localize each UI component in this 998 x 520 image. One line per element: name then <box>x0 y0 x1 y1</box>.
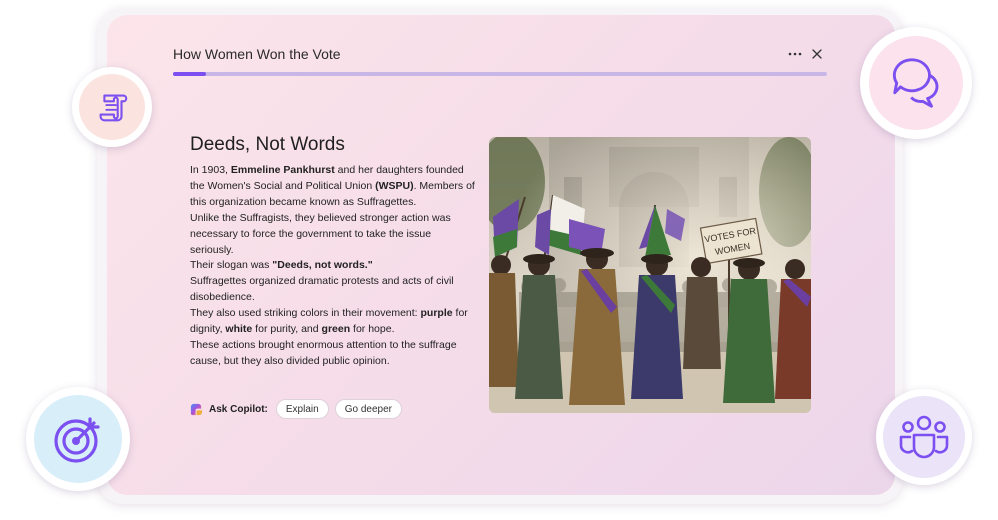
team-badge <box>876 389 972 485</box>
body-paragraph: Suffragettes organized dramatic protests… <box>190 275 454 304</box>
close-button[interactable] <box>807 44 827 64</box>
ask-copilot-bar: Ask Copilot: Explain Go deeper <box>190 398 402 420</box>
people-team-icon <box>899 415 949 459</box>
lesson-badge <box>72 67 152 147</box>
ask-copilot-label: Ask Copilot: <box>209 403 268 415</box>
explain-button[interactable]: Explain <box>275 399 329 419</box>
lesson-progress-bar <box>173 72 827 76</box>
go-deeper-button[interactable]: Go deeper <box>334 399 402 419</box>
close-icon <box>812 49 822 59</box>
body-paragraph: Their slogan was "Deeds, not words." <box>190 259 373 272</box>
body-paragraph: They also used striking colors in their … <box>190 307 468 336</box>
more-horizontal-icon <box>788 52 802 56</box>
suffragette-march-illustration: VOTES FOR WOMEN <box>489 137 811 413</box>
target-arrow-icon <box>54 417 100 463</box>
more-options-button[interactable] <box>784 45 806 63</box>
lesson-progress-fill <box>173 72 206 76</box>
body-paragraph: Unlike the Suffragists, they believed st… <box>190 211 451 256</box>
chat-bubbles-icon <box>892 58 939 108</box>
body-paragraph: In 1903, Emmeline Pankhurst and her daug… <box>190 164 475 208</box>
section-body: In 1903, Emmeline Pankhurst and her daug… <box>190 163 475 370</box>
copilot-logo-icon <box>190 403 203 415</box>
chat-badge <box>860 27 972 139</box>
body-paragraph: These actions brought enormous attention… <box>190 338 457 367</box>
lesson-card: How Women Won the Vote Deeds, Not Words … <box>107 15 895 495</box>
section-heading: Deeds, Not Words <box>190 134 345 155</box>
goal-badge <box>26 387 130 491</box>
scroll-icon <box>99 94 128 122</box>
lesson-title: How Women Won the Vote <box>173 46 341 62</box>
